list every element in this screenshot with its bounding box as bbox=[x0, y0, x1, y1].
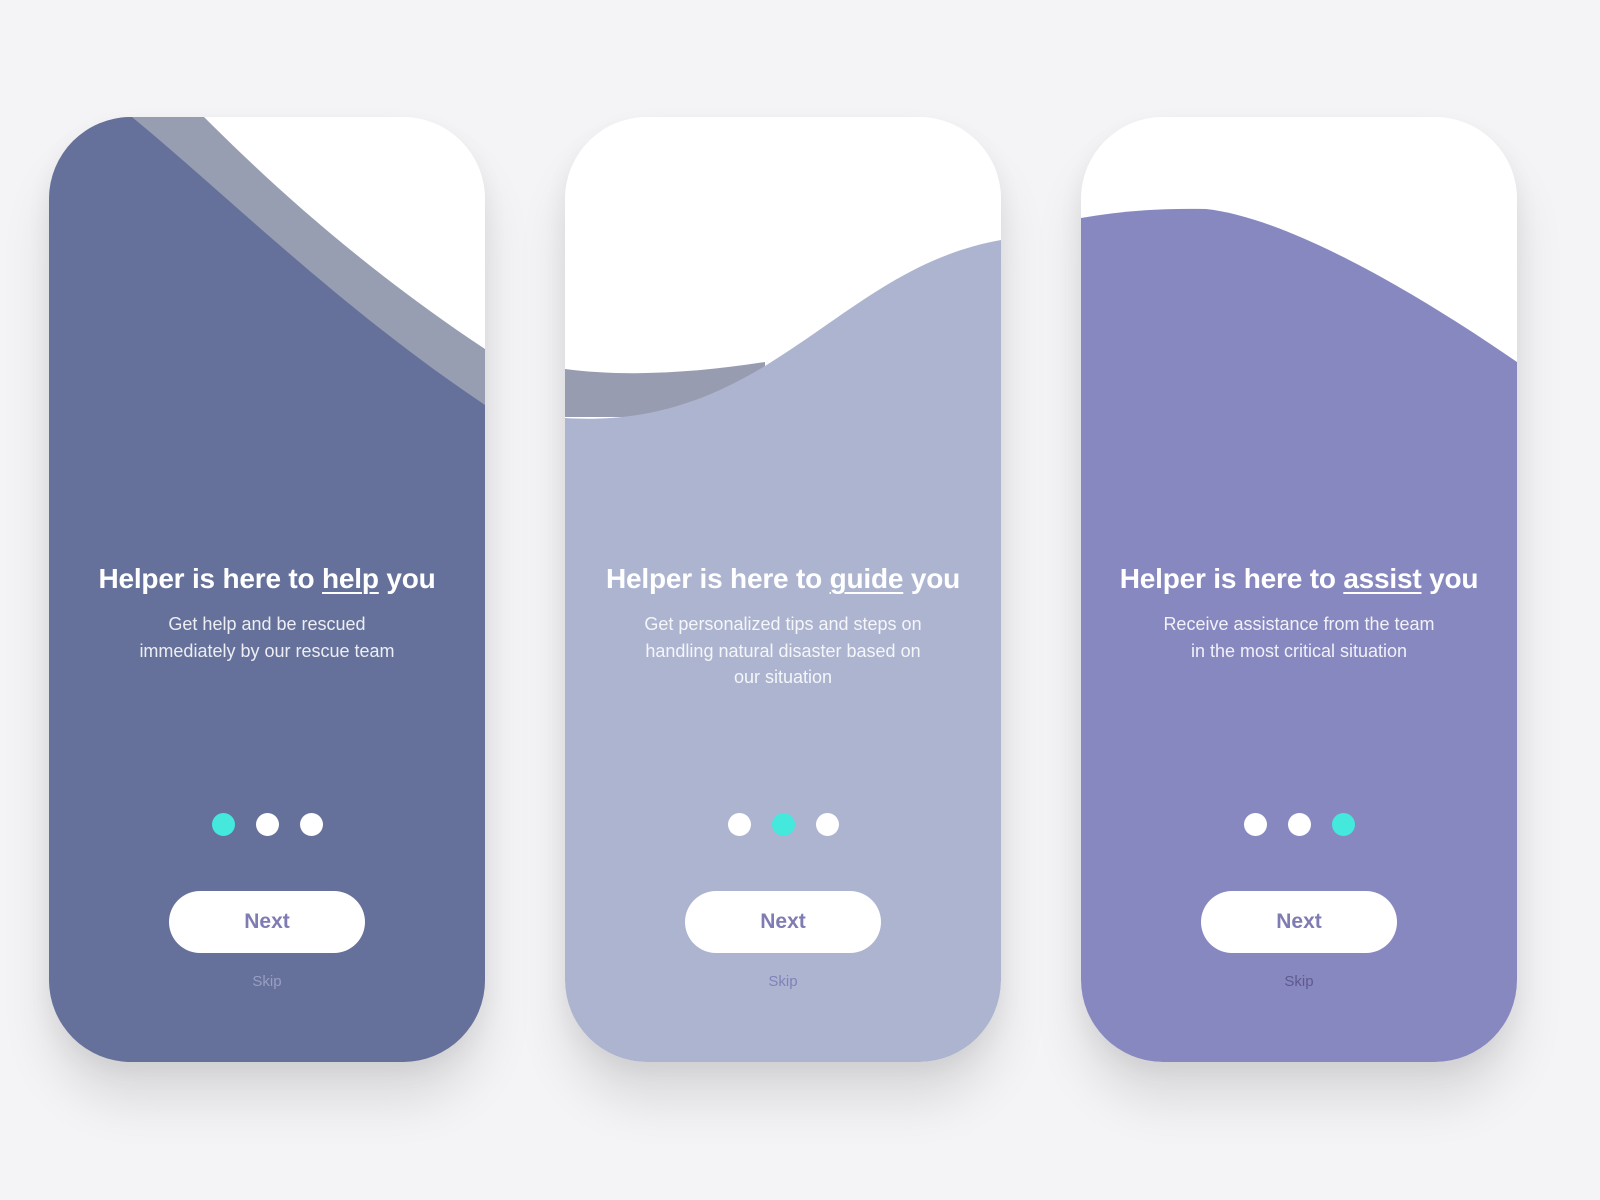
page-dot-3-active[interactable] bbox=[1331, 813, 1355, 836]
screen-subtitle: Receive assistance from the team in the … bbox=[1144, 611, 1454, 664]
onboarding-screen-help: Helper is here to help you Get help and … bbox=[49, 117, 485, 1062]
next-button[interactable]: Next bbox=[1201, 891, 1397, 953]
page-dot-2[interactable] bbox=[1287, 813, 1311, 836]
title-keyword: help bbox=[322, 563, 379, 594]
screen-title: Helper is here to help you bbox=[49, 561, 485, 597]
page-dot-1-active[interactable] bbox=[211, 813, 235, 836]
title-suffix: you bbox=[903, 563, 961, 594]
pagination-dots bbox=[565, 813, 1001, 836]
text-block: Helper is here to assist you Receive ass… bbox=[1081, 561, 1517, 664]
text-block: Helper is here to help you Get help and … bbox=[49, 561, 485, 664]
subtitle-line: immediately by our rescue team bbox=[139, 640, 395, 661]
subtitle-line: in the most critical situation bbox=[1190, 640, 1408, 661]
page-dot-2[interactable] bbox=[255, 813, 279, 836]
pagination-dots bbox=[49, 813, 485, 836]
pagination-dots bbox=[1081, 813, 1517, 836]
onboarding-screen-assist: Helper is here to assist you Receive ass… bbox=[1081, 117, 1517, 1062]
title-suffix: you bbox=[378, 563, 436, 594]
title-suffix: you bbox=[1421, 563, 1479, 594]
screen-subtitle: Get help and be rescued immediately by o… bbox=[112, 611, 422, 664]
onboarding-screen-guide: Helper is here to guide you Get personal… bbox=[565, 117, 1001, 1062]
screen-title: Helper is here to guide you bbox=[565, 561, 1001, 597]
title-keyword: guide bbox=[829, 563, 904, 594]
skip-link[interactable]: Skip bbox=[49, 973, 485, 990]
screen-title: Helper is here to assist you bbox=[1081, 561, 1517, 597]
skip-link[interactable]: Skip bbox=[1081, 973, 1517, 990]
page-dot-1[interactable] bbox=[727, 813, 751, 836]
page-dot-3[interactable] bbox=[815, 813, 839, 836]
title-prefix: Helper is here to bbox=[605, 563, 830, 594]
next-button[interactable]: Next bbox=[169, 891, 365, 953]
subtitle-line: our situation bbox=[733, 667, 833, 687]
text-block: Helper is here to guide you Get personal… bbox=[565, 561, 1001, 691]
title-keyword: assist bbox=[1343, 563, 1422, 594]
screen-subtitle: Get personalized tips and steps on handl… bbox=[628, 611, 938, 691]
skip-link[interactable]: Skip bbox=[565, 973, 1001, 990]
next-button[interactable]: Next bbox=[685, 891, 881, 953]
page-dot-3[interactable] bbox=[299, 813, 323, 836]
title-prefix: Helper is here to bbox=[98, 563, 323, 594]
subtitle-line: Get personalized tips and steps on bbox=[644, 614, 922, 634]
title-prefix: Helper is here to bbox=[1119, 563, 1344, 594]
page-dot-2-active[interactable] bbox=[771, 813, 795, 836]
page-dot-1[interactable] bbox=[1243, 813, 1267, 836]
subtitle-line: Get help and be rescued bbox=[168, 614, 366, 634]
subtitle-line: Receive assistance from the team bbox=[1163, 614, 1435, 634]
subtitle-line: handling natural disaster based on bbox=[645, 640, 921, 661]
